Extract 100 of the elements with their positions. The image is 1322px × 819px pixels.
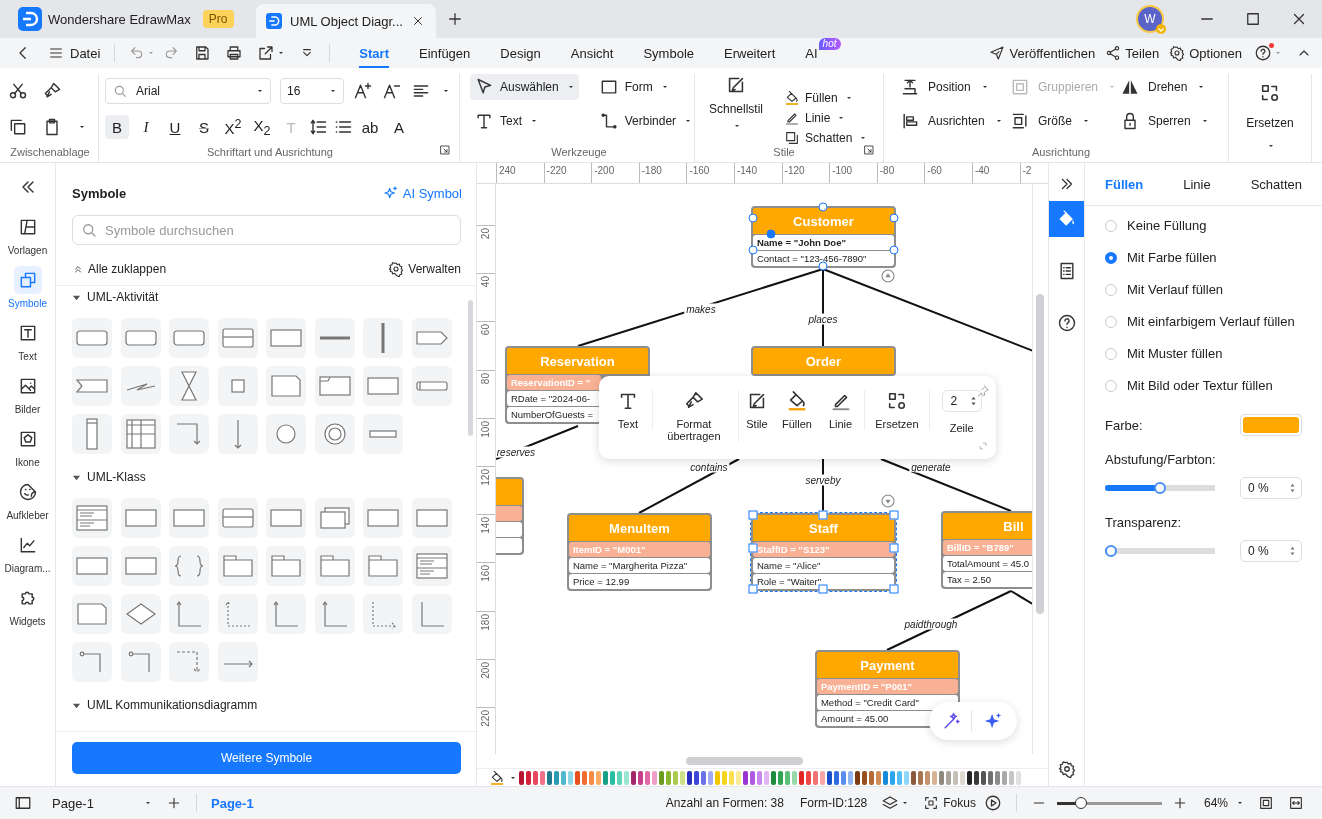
group-label: Zwischenablage [9, 146, 91, 160]
object-title: Customer [793, 213, 854, 229]
toolbar-button[interactable]: Ersetzen [865, 390, 930, 430]
object-title: Staff [809, 520, 838, 536]
attribute-row[interactable]: Method = "Credit Card" [816, 695, 958, 710]
attribute-row[interactable]: Role = "Waiter" [752, 574, 894, 589]
ruler-label: -80 [879, 165, 895, 176]
ribbon-tab[interactable]: Erweitert [724, 38, 776, 68]
ribbon-tab[interactable]: Symbole [643, 38, 694, 68]
format-button[interactable]: U [163, 115, 187, 139]
format-button[interactable]: I [134, 115, 158, 139]
ribbon-tab[interactable]: Einfügen [419, 38, 471, 68]
attribute-row[interactable]: NumberOfGuests = [506, 407, 601, 422]
panel-tab[interactable]: Schatten [1250, 176, 1302, 192]
percent-field[interactable]: 0 % [1240, 540, 1302, 562]
pro-badge: Pro [202, 10, 234, 28]
sidebar-item[interactable]: Bilder [0, 372, 55, 415]
sidebar-item[interactable]: Aufkleber [0, 478, 55, 521]
tool-button[interactable]: Auswählen [470, 74, 579, 100]
tool-button[interactable]: Text [470, 108, 579, 134]
toolbar-button[interactable]: Füllen [774, 390, 819, 430]
sidebar-item[interactable]: Vorlagen [0, 213, 55, 256]
arrange-button[interactable]: Drehen [1120, 74, 1210, 100]
fill-option[interactable]: Mit Muster füllen [1105, 345, 1302, 362]
ribbon-tab[interactable]: Design [500, 38, 541, 68]
manage-button[interactable]: Verwalten [388, 261, 461, 277]
ribbon-tab[interactable]: AI [805, 38, 818, 68]
panel-tab[interactable]: Linie [1183, 176, 1211, 192]
arrange-button[interactable]: Position [900, 74, 1010, 100]
fill-option[interactable]: Mit einfarbigem Verlauf füllen [1105, 313, 1302, 330]
publish-button[interactable]: Veröffentlichen [989, 45, 1096, 61]
panel-title: Symbole [72, 185, 127, 201]
ribbon-tab[interactable]: Ansicht [570, 38, 614, 68]
fill-option[interactable]: Mit Farbe füllen [1105, 249, 1302, 266]
arrange-button[interactable]: Ausrichten [900, 108, 1010, 134]
fill-option[interactable]: Mit Verlauf füllen [1105, 281, 1302, 298]
attribute-row[interactable]: Name = "John Doe" [752, 235, 894, 250]
section-header[interactable]: UML Kommunikationsdiagramm [72, 694, 258, 716]
ruler-label: 240 [499, 165, 516, 176]
avatar[interactable]: W [1136, 5, 1164, 33]
fill-option[interactable]: Keine Füllung [1105, 217, 1302, 234]
share-button[interactable]: Teilen [1105, 45, 1160, 61]
zoom-dropdown[interactable]: 64% [1203, 796, 1244, 810]
tool-button[interactable]: Verbinder [594, 108, 697, 134]
quick-style-button[interactable]: Schnellstil [709, 74, 764, 130]
document-tab[interactable]: UML Object Diagr... [256, 4, 436, 38]
page-tab[interactable]: Page-1 [211, 795, 254, 811]
app-name: Wondershare EdrawMax [48, 11, 191, 27]
sidebar-item[interactable]: Symbole [0, 266, 55, 309]
page-dropdown[interactable]: Page-1 [52, 795, 152, 811]
toolbar-button[interactable]: Format übertragen [652, 390, 739, 442]
ribbon-tab[interactable]: Start [359, 38, 389, 68]
object-box[interactable]: MenuItem ItemID = "M001" Name = "Margherita Pizza" Price = 12.99 [566, 513, 712, 591]
section-header[interactable]: UML-Klass [72, 466, 146, 488]
fill-option[interactable]: Mit Bild oder Textur füllen [1105, 377, 1302, 394]
ai-symbol-button[interactable]: AI Symbol [382, 185, 462, 201]
sidebar-item[interactable]: Widgets [0, 584, 55, 627]
font-size-field[interactable]: 16 [280, 78, 344, 104]
ruler-label: -2 [1022, 165, 1032, 176]
attribute-row[interactable]: Contact = "123-456-7890" [752, 251, 894, 266]
toolbar-button[interactable]: Text [606, 390, 653, 430]
attribute-row[interactable]: Name = "Margherita Pizza" [568, 558, 710, 573]
font-family-field[interactable]: Arial [105, 78, 271, 104]
format-button[interactable]: X$_{2}$ [250, 115, 274, 139]
field-label: Abstufung/Farbton: [1105, 452, 1216, 467]
style-button[interactable]: Linie [784, 108, 868, 127]
object-title: Reservation [540, 353, 615, 369]
options-button[interactable]: Optionen [1169, 45, 1242, 61]
focus-button[interactable]: Fokus [923, 795, 976, 811]
sidebar-item[interactable]: Ikone [0, 425, 55, 468]
format-button[interactable]: ab [358, 115, 382, 139]
arrange-button[interactable]: Größe [1010, 108, 1120, 134]
section-header[interactable]: UML-Aktivität [72, 286, 159, 308]
format-button[interactable]: X$^{2}$ [221, 115, 245, 139]
tool-button[interactable]: Form [594, 74, 697, 100]
attribute-row[interactable]: TotalAmount = 45.0 [942, 556, 1033, 571]
format-button[interactable]: B [105, 115, 129, 139]
field-label: Transparenz: [1105, 515, 1182, 530]
row-count-field[interactable]: 2 [941, 390, 982, 412]
file-menu-button[interactable]: Datei [48, 45, 101, 61]
object-box[interactable]: Bill BillID = "B789" TotalAmount = 45.0 Tax = 2.50 [940, 511, 1033, 589]
object-box[interactable]: Payment PaymentID = "P001" Method = "Credit Card" Amount = 45.00 [814, 650, 960, 728]
collapse-all-button[interactable]: Alle zuklappen [72, 261, 167, 277]
attribute-row[interactable]: RDate = "2024-06- [506, 391, 601, 406]
toolbar-button[interactable]: Stile [738, 390, 775, 430]
attribute-row[interactable]: Tax = 2.50 [942, 572, 1033, 587]
attribute-row[interactable]: Name = "Alice" [752, 558, 894, 573]
search-field[interactable]: Symbole durchsuchen [72, 215, 461, 245]
arrange-button[interactable]: Sperren [1120, 108, 1210, 134]
sidebar-item[interactable]: Text [0, 319, 55, 362]
attribute-row[interactable]: Price = 12.99 [568, 574, 710, 589]
more-symbols-button[interactable]: Weitere Symbole [72, 742, 461, 774]
toolbar-button[interactable]: Linie [818, 390, 866, 430]
style-button[interactable]: Schatten [784, 128, 868, 147]
style-button[interactable]: Füllen [784, 88, 868, 107]
percent-field[interactable]: 0 % [1240, 477, 1302, 499]
panel-tab[interactable]: Füllen [1105, 176, 1144, 192]
format-button[interactable]: A [387, 115, 411, 139]
sidebar-item[interactable]: Diagram... [0, 531, 55, 574]
replace-button[interactable]: Ersetzen [1246, 82, 1294, 150]
